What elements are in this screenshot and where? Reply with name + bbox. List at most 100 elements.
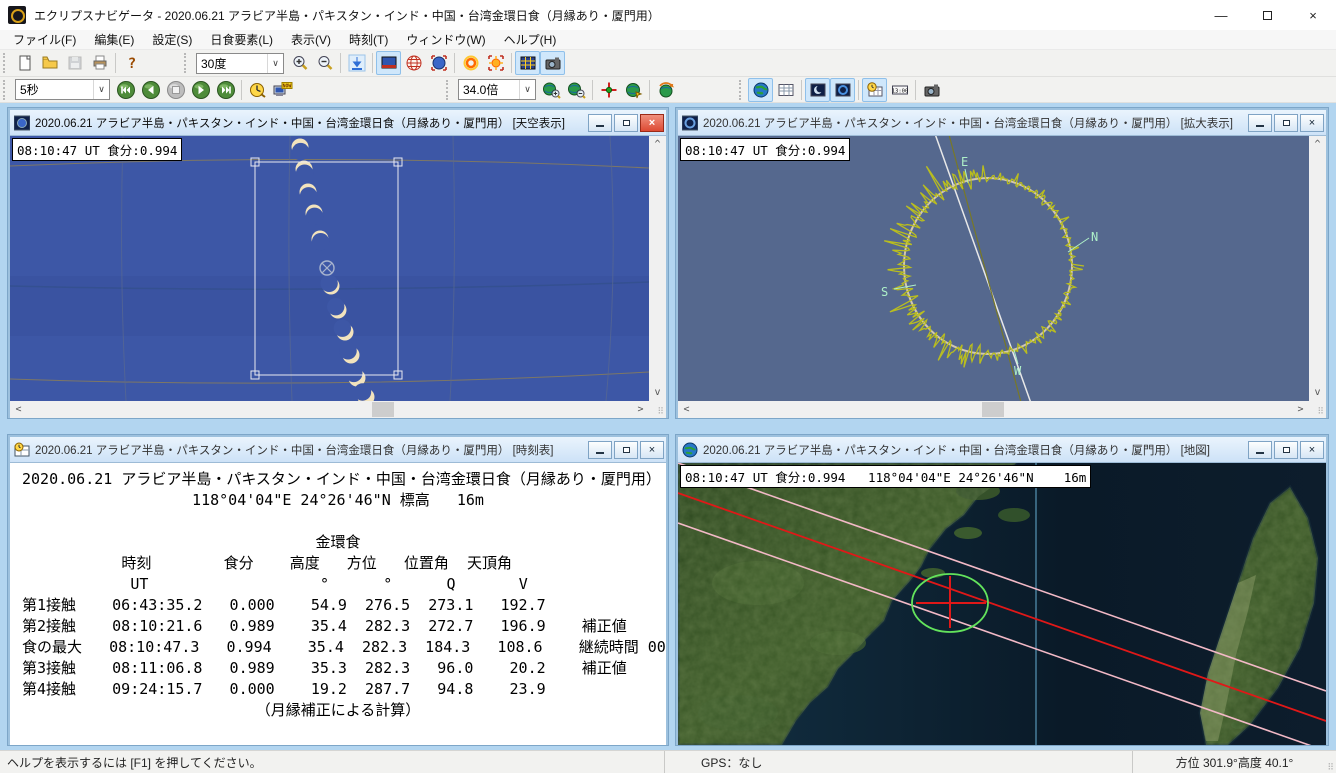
sky-close-button[interactable]: × [640,114,664,132]
globe-pointer-button[interactable] [621,78,646,102]
zoom-close-button[interactable]: × [1300,114,1324,132]
map-drawing[interactable] [678,463,1326,745]
toolbar-grip[interactable] [184,53,191,73]
map-restore-button[interactable] [1274,441,1298,459]
toolbar-grip[interactable] [739,80,746,100]
scroll-thumb[interactable] [372,402,394,417]
globe-window-toggle[interactable] [748,78,773,102]
map-zoom-select[interactable]: 34.0倍 ∨ [458,79,536,100]
menu-file[interactable]: ファイル(F) [4,29,85,50]
zoom-minimize-button[interactable] [1248,114,1272,132]
center-location-button[interactable] [596,78,621,102]
globe-grid-view-button[interactable] [401,51,426,75]
print-button[interactable] [87,51,112,75]
help-button[interactable]: ? [119,51,144,75]
zoom-window-titlebar[interactable]: 2020.06.21 アラビア半島・パキスタン・インド・中国・台湾金環日食（月縁… [678,110,1326,136]
timetable-close-button[interactable]: × [640,441,664,459]
sky-horizontal-scrollbar[interactable]: < > [10,401,649,418]
zoom-restore-button[interactable] [1274,114,1298,132]
zoom-vertical-scrollbar[interactable]: ^ v [1309,136,1326,401]
timetable-window-toggle[interactable] [862,78,887,102]
map-zoom-in-icon [542,81,561,99]
set-now-button[interactable]: NOW [270,78,295,102]
scroll-up-icon[interactable]: ^ [1309,136,1326,153]
maximize-button[interactable] [1244,0,1290,30]
center-location-icon [600,81,618,99]
timetable-content[interactable]: 2020.06.21 アラビア半島・パキスタン・インド・中国・台湾金環日食（月縁… [10,463,666,745]
sky-canvas[interactable]: 08:10:47 UT 食分:0.994 [10,136,666,418]
scroll-thumb[interactable] [982,402,1004,417]
timetable-window-titlebar[interactable]: 2020.06.21 アラビア半島・パキスタン・インド・中国・台湾金環日食（月縁… [10,437,666,463]
open-file-button[interactable] [37,51,62,75]
menu-settings[interactable]: 設定(S) [143,29,201,50]
menu-help[interactable]: ヘルプ(H) [495,29,566,50]
fast-rewind-button[interactable] [113,78,138,102]
map-minimize-button[interactable] [1248,441,1272,459]
capture-toggle-button[interactable] [540,51,565,75]
field-angle-select[interactable]: 30度 ∨ [196,53,284,74]
scroll-down-icon[interactable]: v [1309,384,1326,401]
sky-vertical-scrollbar[interactable]: ^ v [649,136,666,401]
map-canvas[interactable]: 08:10:47 UT 食分:0.994 118°04'04"E 24°26'4… [678,463,1326,745]
sky-restore-button[interactable] [614,114,638,132]
table-row-maximum: 食の最大 08:10:47.3 0.994 35.4 282.3 184.3 1… [10,637,666,658]
globe-drag-button[interactable] [653,78,678,102]
time-step-select[interactable]: 5秒 ∨ [15,79,110,100]
table-window-toggle[interactable] [773,78,798,102]
scroll-up-icon[interactable]: ^ [649,136,666,153]
table-row-contact2: 第2接触 08:10:21.6 0.989 35.4 282.3 272.7 1… [10,616,666,637]
fast-forward-button[interactable] [213,78,238,102]
toolbar-grip[interactable] [3,80,10,100]
scroll-left-icon[interactable]: < [678,401,695,418]
play-backward-button[interactable] [138,78,163,102]
zoom-out-button[interactable] [312,51,337,75]
sky-window-titlebar[interactable]: 2020.06.21 アラビア半島・パキスタン・インド・中国・台湾金環日食（月縁… [10,110,666,136]
new-file-button[interactable] [12,51,37,75]
map-close-button[interactable]: × [1300,441,1324,459]
menu-view[interactable]: 表示(V) [282,29,340,50]
timetable-minimize-button[interactable] [588,441,612,459]
table-row-contact1: 第1接触 06:43:35.2 0.000 54.9 276.5 273.1 1… [10,595,666,616]
sky-view-toggle-button[interactable] [376,51,401,75]
chevron-down-icon: ∨ [519,80,535,99]
play-forward-button[interactable] [188,78,213,102]
scroll-right-icon[interactable]: > [632,401,649,418]
map-zoom-in-button[interactable] [539,78,564,102]
sun-center-view-button[interactable] [483,51,508,75]
ring-window-toggle[interactable] [830,78,855,102]
sun-ring-view-button[interactable] [458,51,483,75]
scroll-right-icon[interactable]: > [1292,401,1309,418]
sky-minimize-button[interactable] [588,114,612,132]
zoom-canvas[interactable]: 08:10:47 UT 食分:0.994 E N S W [678,136,1326,418]
zoom-horizontal-scrollbar[interactable]: < > [678,401,1309,418]
sky-view-drawing[interactable] [10,136,649,401]
zoom-in-button[interactable] [287,51,312,75]
grid-overlay-toggle-button[interactable] [515,51,540,75]
timetable-restore-button[interactable] [614,441,638,459]
capture-window-button[interactable] [919,78,944,102]
set-time-button[interactable] [245,78,270,102]
menu-time[interactable]: 時刻(T) [340,29,397,50]
map-window-titlebar[interactable]: 2020.06.21 アラビア半島・パキスタン・インド・中国・台湾金環日食（月縁… [678,437,1326,463]
digital-clock-window-button[interactable]: 13:00 [887,78,912,102]
save-button [62,51,87,75]
minimize-button[interactable]: — [1198,0,1244,30]
zoom-view-drawing[interactable]: E N S W [678,136,1309,401]
app-icon [8,6,26,24]
resize-grip[interactable] [649,401,666,418]
disc-view-button[interactable] [426,51,451,75]
stop-button[interactable] [163,78,188,102]
close-button[interactable]: × [1290,0,1336,30]
download-elements-button[interactable] [344,51,369,75]
scroll-left-icon[interactable]: < [10,401,27,418]
menu-edit[interactable]: 編集(E) [85,29,143,50]
scroll-down-icon[interactable]: v [649,384,666,401]
toolbar-grip[interactable] [3,53,10,73]
toolbar-grip[interactable] [446,80,453,100]
moon-window-toggle[interactable] [805,78,830,102]
menu-eclipse-elements[interactable]: 日食要素(L) [201,29,282,50]
map-zoom-out-button[interactable] [564,78,589,102]
menu-bar: ファイル(F) 編集(E) 設定(S) 日食要素(L) 表示(V) 時刻(T) … [0,30,1336,50]
menu-window[interactable]: ウィンドウ(W) [397,29,494,50]
resize-grip[interactable] [1309,401,1326,418]
